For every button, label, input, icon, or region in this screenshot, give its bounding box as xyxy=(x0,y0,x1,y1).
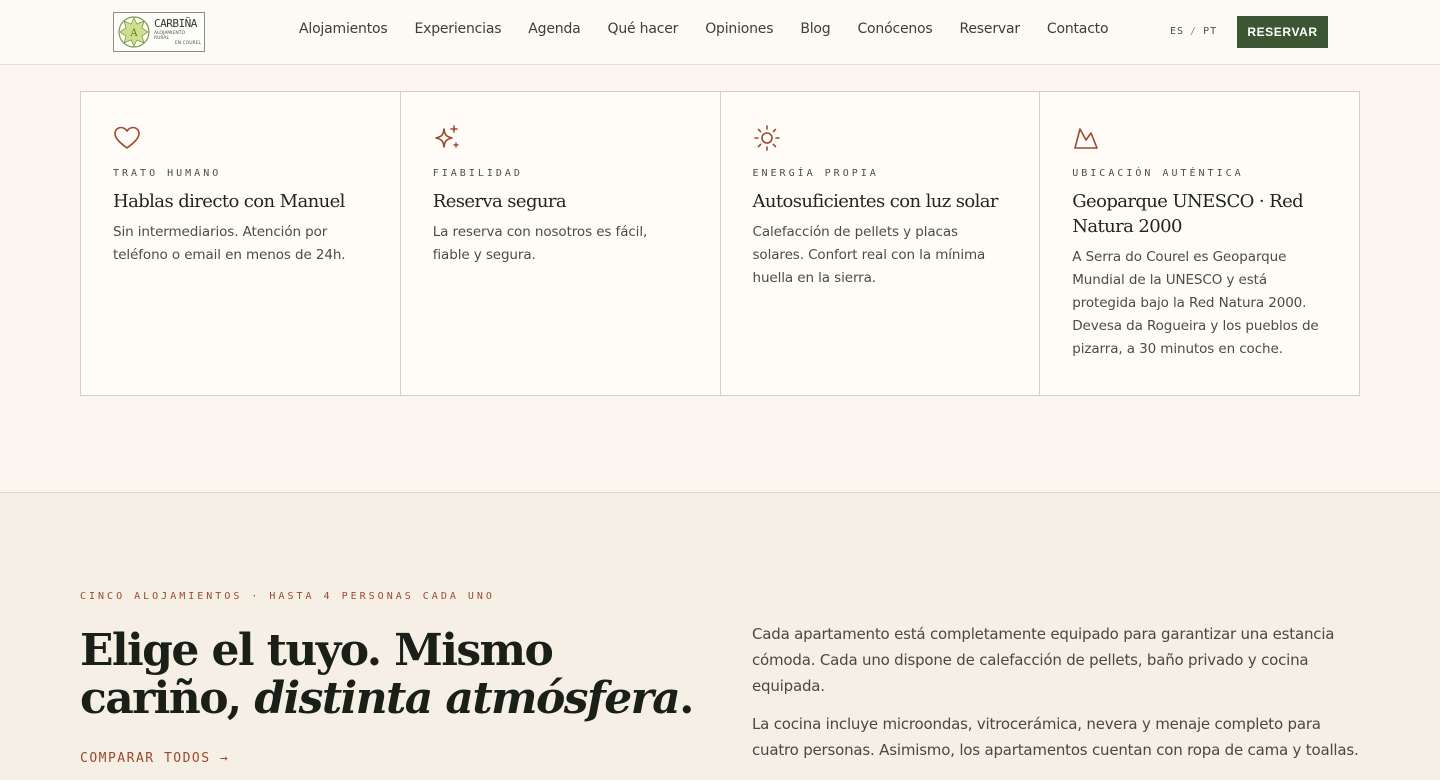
headline-period: . xyxy=(679,673,694,724)
section-eyebrow: CINCO ALOJAMIENTOS · HASTA 4 PERSONAS CA… xyxy=(80,591,495,602)
mountain-icon xyxy=(1074,128,1099,149)
nav-reservar[interactable]: Reservar xyxy=(960,21,1021,37)
site-header: A CARBIÑA ALOJAMIENTO RURAL EN COUREL Al… xyxy=(0,0,1440,65)
sun-icon xyxy=(753,125,780,151)
logo-subtitle-1: ALOJAMIENTO RURAL xyxy=(154,31,186,41)
feature-text: Sin intermediarios. Atención por teléfon… xyxy=(113,224,346,263)
feature-title: Autosuficientes con luz solar xyxy=(752,191,999,212)
headline-line-2: cariño, xyxy=(80,673,255,724)
logo-name: CARBIÑA xyxy=(154,17,197,30)
nav-agenda[interactable]: Agenda xyxy=(528,21,580,37)
intro-paragraph-1: Cada apartamento está completamente equi… xyxy=(752,625,1335,695)
nav-contacto[interactable]: Contacto xyxy=(1047,21,1109,37)
feature-eyebrow: UBICACIÓN AUTÉNTICA xyxy=(1072,168,1244,179)
accommodations-intro: CINCO ALOJAMIENTOS · HASTA 4 PERSONAS CA… xyxy=(0,492,1440,780)
feature-title: Geoparque UNESCO · Red Natura 2000 xyxy=(1072,191,1304,237)
feature-eyebrow: TRATO HUMANO xyxy=(113,168,222,179)
feature-title: Hablas directo con Manuel xyxy=(113,191,345,212)
section-headline: Elige el tuyo. Mismo cariño, distinta at… xyxy=(80,627,700,723)
feature-title: Reserva segura xyxy=(432,191,567,212)
nav-opiniones[interactable]: Opiniones xyxy=(705,21,773,37)
feature-card-fiabilidad: FIABILIDAD Reserva segura La reserva con… xyxy=(401,92,721,395)
feature-eyebrow: FIABILIDAD xyxy=(432,168,523,179)
site-logo[interactable]: A CARBIÑA ALOJAMIENTO RURAL EN COUREL xyxy=(113,12,205,52)
feature-eyebrow: ENERGÍA PROPIA xyxy=(752,168,879,179)
headline-emphasis: distinta atmósfera xyxy=(254,673,680,724)
reserve-button[interactable]: RESERVAR xyxy=(1237,16,1328,48)
lang-pt[interactable]: PT xyxy=(1203,26,1217,37)
nav-experiencias[interactable]: Experiencias xyxy=(414,21,501,37)
feature-card-ubicacion: UBICACIÓN AUTÉNTICA Geoparque UNESCO · R… xyxy=(1040,92,1359,395)
language-switcher: ES / PT xyxy=(1170,26,1217,37)
logo-emblem-icon: A xyxy=(118,16,150,48)
nav-alojamientos[interactable]: Alojamientos xyxy=(299,21,388,37)
feature-card-trato: TRATO HUMANO Hablas directo con Manuel S… xyxy=(81,92,401,395)
lang-separator: / xyxy=(1190,26,1198,37)
lang-es[interactable]: ES xyxy=(1170,26,1184,37)
nav-blog[interactable]: Blog xyxy=(800,21,830,37)
sparkles-icon xyxy=(434,125,459,148)
compare-all-link[interactable]: COMPARAR TODOS → xyxy=(80,751,229,766)
heart-icon xyxy=(114,126,140,149)
headline-line-1: Elige el tuyo. Mismo xyxy=(80,625,554,676)
intro-paragraph-2: La cocina incluye microondas, vitrocerám… xyxy=(752,715,1359,759)
svg-text:A: A xyxy=(129,28,138,39)
feature-text: Calefacción de pellets y placas solares.… xyxy=(752,224,986,286)
feature-card-energia: ENERGÍA PROPIA Autosuficientes con luz s… xyxy=(721,92,1041,395)
features-grid: TRATO HUMANO Hablas directo con Manuel S… xyxy=(80,91,1360,396)
feature-text: A Serra do Courel es Geoparque Mundial d… xyxy=(1072,249,1319,357)
nav-que-hacer[interactable]: Qué hacer xyxy=(608,21,679,37)
logo-subtitle-2: EN COUREL xyxy=(174,41,201,46)
main-nav: Alojamientos Experiencias Agenda Qué hac… xyxy=(299,21,1109,37)
nav-conocenos[interactable]: Conócenos xyxy=(857,21,932,37)
feature-text: La reserva con nosotros es fácil, fiable… xyxy=(432,224,648,263)
